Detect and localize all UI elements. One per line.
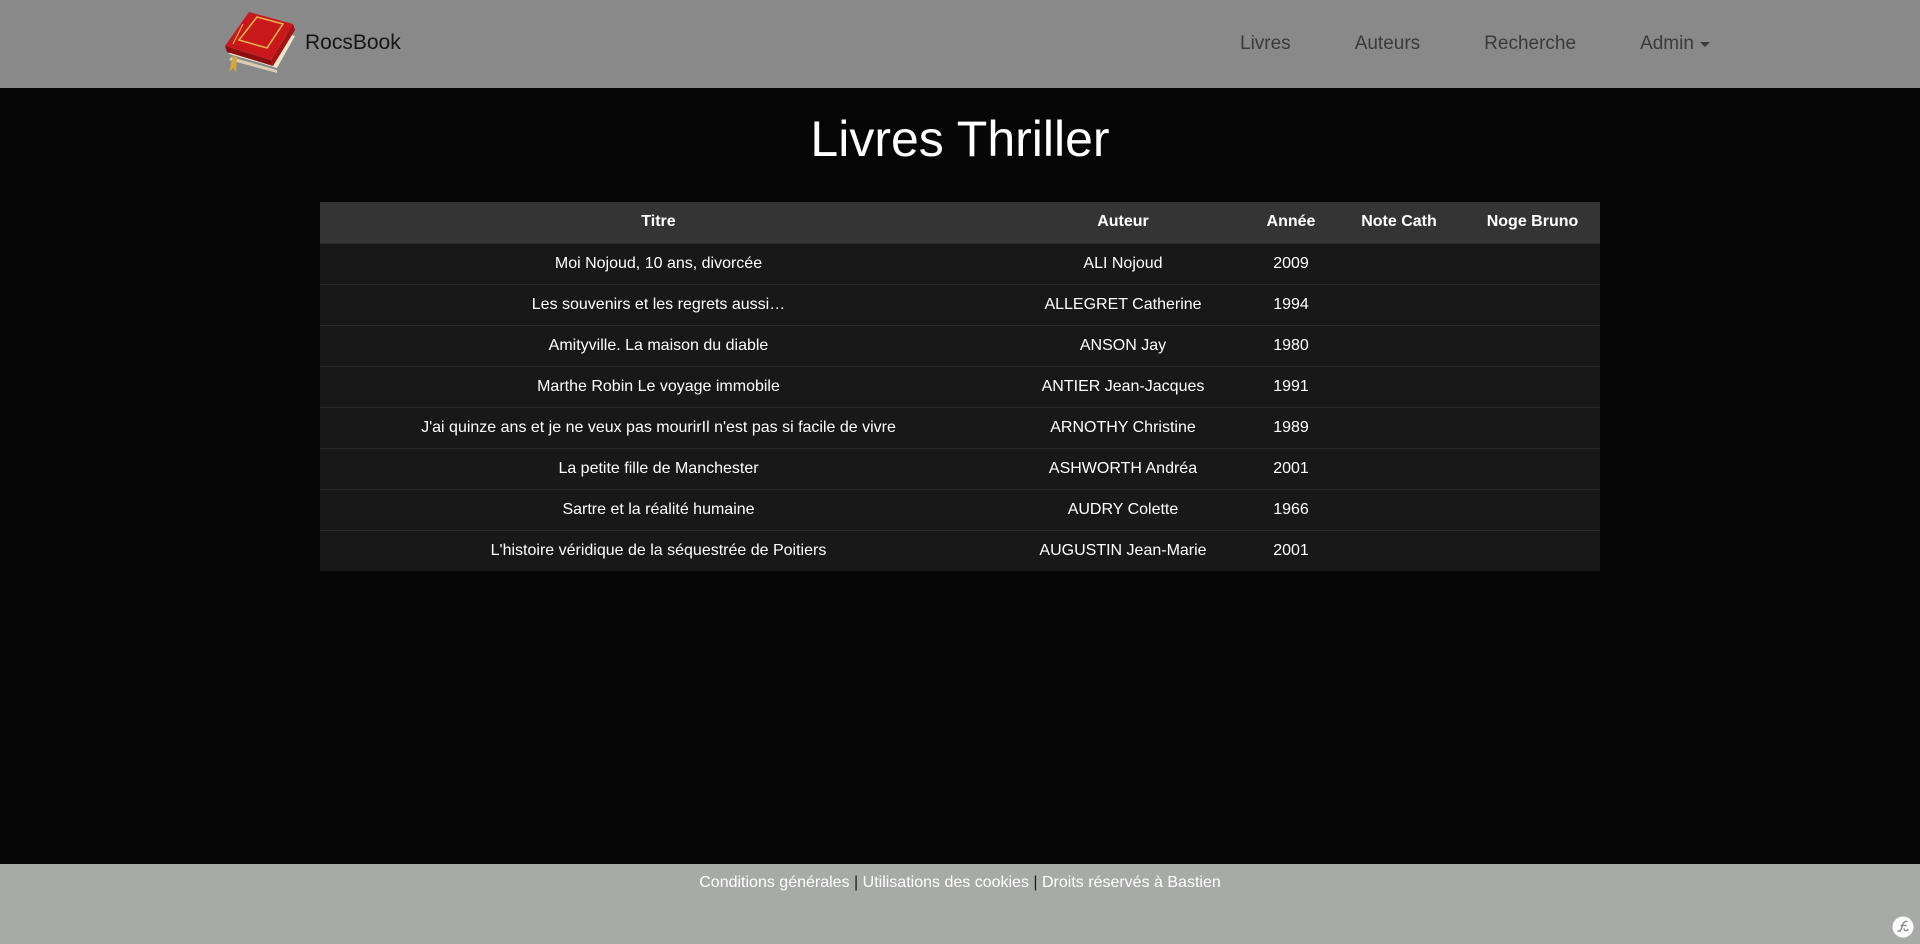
cell-note-cath bbox=[1333, 407, 1465, 448]
cell-annee: 2001 bbox=[1273, 459, 1309, 477]
nav-link-livres[interactable]: Livres bbox=[1240, 33, 1291, 55]
navbar: RocsBook Livres Auteurs Recherche Admin bbox=[0, 0, 1920, 88]
cell-note-bruno bbox=[1465, 366, 1600, 407]
cell-annee: 1994 bbox=[1273, 295, 1309, 313]
cell-note-cath bbox=[1333, 325, 1465, 366]
cell-note-cath bbox=[1333, 530, 1465, 571]
nav-link-recherche[interactable]: Recherche bbox=[1484, 33, 1576, 55]
table-row: Sartre et la réalité humaine AUDRY Colet… bbox=[320, 489, 1600, 530]
cell-note-cath bbox=[1333, 489, 1465, 530]
cell-annee: 1966 bbox=[1273, 500, 1309, 518]
table-row: Amityville. La maison du diable ANSON Ja… bbox=[320, 325, 1600, 366]
cell-auteur: ALLEGRET Catherine bbox=[1044, 295, 1202, 313]
cell-auteur: ANTIER Jean-Jacques bbox=[1041, 377, 1205, 395]
page-title: Livres Thriller bbox=[810, 111, 1110, 167]
cell-titre: Les souvenirs et les regrets aussi… bbox=[531, 295, 786, 313]
footer-links: Conditions générales | Utilisations des … bbox=[0, 874, 1920, 892]
cell-note-bruno bbox=[1465, 325, 1600, 366]
footer-separator: | bbox=[1033, 874, 1038, 891]
table-row: Les souvenirs et les regrets aussi… ALLE… bbox=[320, 284, 1600, 325]
nav-link-admin-label: Admin bbox=[1640, 33, 1694, 54]
table-header-row: Titre Auteur Année Note Cath Noge Bruno bbox=[320, 202, 1600, 243]
symfony-icon[interactable] bbox=[1892, 916, 1914, 938]
cell-auteur: ANSON Jay bbox=[1079, 336, 1167, 354]
footer: Conditions générales | Utilisations des … bbox=[0, 864, 1920, 944]
cell-annee: 1989 bbox=[1273, 418, 1309, 436]
cell-titre: Sartre et la réalité humaine bbox=[562, 500, 755, 518]
header-auteur: Auteur bbox=[1097, 213, 1149, 231]
cell-annee: 2001 bbox=[1273, 541, 1309, 559]
cell-note-bruno bbox=[1465, 489, 1600, 530]
cell-note-bruno bbox=[1465, 284, 1600, 325]
header-titre: Titre bbox=[641, 213, 676, 231]
cell-annee: 2009 bbox=[1273, 254, 1309, 272]
cell-note-cath bbox=[1333, 284, 1465, 325]
cell-titre: Amityville. La maison du diable bbox=[548, 336, 769, 354]
footer-link-cookies[interactable]: Utilisations des cookies bbox=[863, 874, 1029, 891]
cell-note-bruno bbox=[1465, 530, 1600, 571]
cell-titre: L'histoire véridique de la séquestrée de… bbox=[490, 541, 827, 559]
table-row: J'ai quinze ans et je ne veux pas mourir… bbox=[320, 407, 1600, 448]
cell-auteur: ALI Nojoud bbox=[1083, 254, 1163, 272]
cell-note-cath bbox=[1333, 243, 1465, 284]
book-icon bbox=[225, 12, 295, 73]
footer-separator: | bbox=[854, 874, 859, 891]
cell-auteur: ARNOTHY Christine bbox=[1050, 418, 1196, 436]
cell-auteur: ASHWORTH Andréa bbox=[1048, 459, 1198, 477]
cell-titre: J'ai quinze ans et je ne veux pas mourir… bbox=[421, 418, 896, 436]
cell-titre: Marthe Robin Le voyage immobile bbox=[537, 377, 780, 395]
header-annee: Année bbox=[1266, 213, 1316, 231]
caret-down-icon bbox=[1699, 41, 1710, 47]
cell-titre: Moi Nojoud, 10 ans, divorcée bbox=[554, 254, 763, 272]
table-row: L'histoire véridique de la séquestrée de… bbox=[320, 530, 1600, 571]
header-note-bruno: Noge Bruno bbox=[1486, 213, 1579, 231]
table-row: Moi Nojoud, 10 ans, divorcée ALI Nojoud … bbox=[320, 243, 1600, 284]
books-table: Titre Auteur Année Note Cath Noge Bruno … bbox=[320, 202, 1600, 571]
cell-auteur: AUGUSTIN Jean-Marie bbox=[1039, 541, 1207, 559]
table-row: La petite fille de Manchester ASHWORTH A… bbox=[320, 448, 1600, 489]
cell-annee: 1980 bbox=[1273, 336, 1309, 354]
brand-name: RocsBook bbox=[305, 31, 401, 54]
footer-link-conditions[interactable]: Conditions générales bbox=[699, 874, 849, 891]
cell-note-bruno bbox=[1465, 243, 1600, 284]
cell-titre: La petite fille de Manchester bbox=[558, 459, 759, 477]
table-row: Marthe Robin Le voyage immobile ANTIER J… bbox=[320, 366, 1600, 407]
cell-auteur: AUDRY Colette bbox=[1067, 500, 1179, 518]
cell-note-cath bbox=[1333, 448, 1465, 489]
nav-dropdown-admin[interactable]: Admin bbox=[1640, 33, 1710, 55]
cell-annee: 1991 bbox=[1273, 377, 1309, 395]
header-note-cath: Note Cath bbox=[1361, 213, 1437, 231]
cell-note-cath bbox=[1333, 366, 1465, 407]
cell-note-bruno bbox=[1465, 448, 1600, 489]
books-table-container: Titre Auteur Année Note Cath Noge Bruno … bbox=[320, 202, 1600, 571]
cell-note-bruno bbox=[1465, 407, 1600, 448]
footer-link-droits[interactable]: Droits réservés à Bastien bbox=[1042, 874, 1221, 891]
nav-links: Livres Auteurs Recherche Admin bbox=[1240, 0, 1710, 88]
nav-link-auteurs[interactable]: Auteurs bbox=[1355, 33, 1420, 55]
brand-link[interactable]: RocsBook bbox=[219, 10, 401, 76]
